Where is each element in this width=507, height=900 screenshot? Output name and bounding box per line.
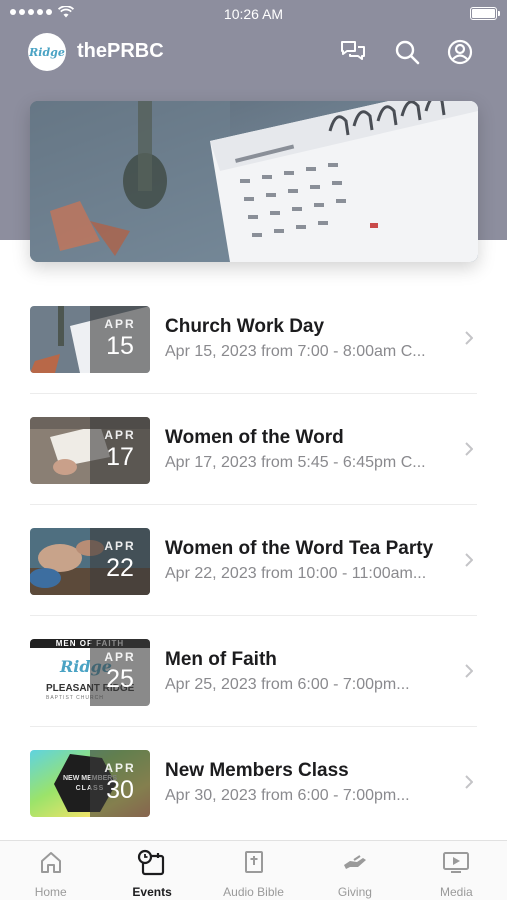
event-day: 15 [106,332,134,360]
event-subtitle: Apr 30, 2023 from 6:00 - 7:00pm... [165,787,410,804]
tab-events[interactable]: Events [101,841,202,900]
event-date-badge: APR 25 [90,639,150,706]
chevron-right-icon [465,442,473,456]
event-month: APR [104,650,136,664]
event-month: APR [104,761,136,775]
app-header: Ridge thePRBC [0,30,507,74]
event-day: 30 [106,776,134,804]
chevron-right-icon [465,664,473,678]
logo-text: Ridge [29,45,65,59]
tab-label: Giving [337,885,372,899]
event-date-badge: APR 15 [90,306,150,373]
event-month: APR [104,428,136,442]
tab-label: Events [132,885,172,899]
event-subtitle: Apr 22, 2023 from 10:00 - 11:00am... [165,565,427,582]
status-bar: 10:26 AM [0,0,507,28]
tab-label: Media [439,885,473,899]
event-row[interactable]: MEN OF FAITH Ridge PLEASANT RIDGE BAPTIS… [0,616,507,727]
giving-hand-icon [343,855,366,869]
event-list: APR 15 Church Work Day Apr 15, 2023 from… [0,283,507,838]
event-date-badge: APR 22 [90,528,150,595]
event-title: Women of the Word Tea Party [165,538,434,559]
tab-label: Home [34,885,67,899]
profile-icon[interactable] [446,38,474,66]
tab-home[interactable]: Home [0,841,101,900]
event-row[interactable]: NEW MEMBERS CLASS APR 30 New Members Cla… [0,727,507,838]
chevron-right-icon [465,553,473,567]
battery-icon [470,7,500,20]
event-subtitle: Apr 15, 2023 from 7:00 - 8:00am C... [165,343,426,360]
event-date-badge: APR 17 [90,417,150,484]
event-day: 17 [106,443,134,471]
status-time: 10:26 AM [223,6,284,22]
app-title: thePRBC [77,40,164,62]
search-icon[interactable] [393,38,421,66]
chevron-right-icon [465,775,473,789]
bible-icon [244,851,263,873]
calendar-clock-icon [138,849,165,876]
tab-giving[interactable]: Giving [304,841,405,900]
event-month: APR [104,539,136,553]
tab-bar: Home Events Audio Bible Giving Media [0,840,507,900]
tab-label: Audio Bible [223,885,284,899]
event-month: APR [104,317,136,331]
event-date-badge: APR 30 [90,750,150,817]
event-row[interactable]: APR 22 Women of the Word Tea Party Apr 2… [0,505,507,616]
hero-banner-image[interactable] [30,101,478,262]
tab-media[interactable]: Media [406,841,507,900]
church-logo[interactable]: Ridge [28,33,66,71]
home-icon [40,852,61,873]
event-day: 22 [106,554,134,582]
event-title: Men of Faith [165,649,277,670]
event-subtitle: Apr 25, 2023 from 6:00 - 7:00pm... [165,676,410,693]
event-title: Women of the Word [165,427,344,448]
event-subtitle: Apr 17, 2023 from 5:45 - 6:45pm C... [165,454,426,471]
chevron-right-icon [465,331,473,345]
event-row[interactable]: APR 17 Women of the Word Apr 17, 2023 fr… [0,394,507,505]
event-day: 25 [106,665,134,693]
event-row[interactable]: APR 15 Church Work Day Apr 15, 2023 from… [0,283,507,394]
event-title: Church Work Day [165,316,325,337]
tab-audio-bible[interactable]: Audio Bible [203,841,304,900]
event-title: New Members Class [165,760,349,781]
media-play-icon [443,852,470,873]
chat-icon[interactable] [339,38,367,66]
